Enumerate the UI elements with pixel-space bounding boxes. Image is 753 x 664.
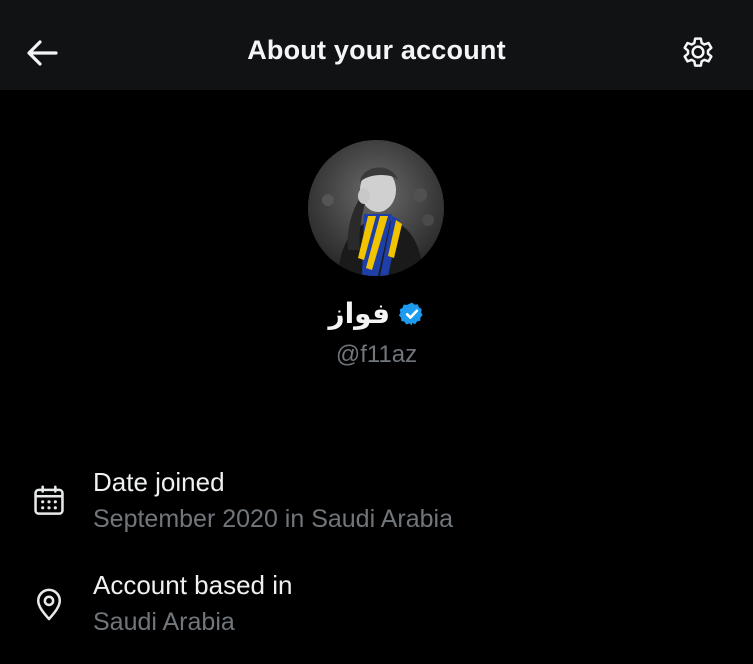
profile-photo	[308, 140, 444, 276]
avatar[interactable]	[308, 140, 444, 276]
verified-badge-icon	[398, 301, 425, 327]
profile-name-row: فواز	[0, 297, 753, 335]
location-pin-icon	[36, 588, 62, 621]
date-joined-value: September 2020 in Saudi Arabia	[93, 505, 453, 533]
display-name: فواز	[328, 297, 391, 330]
date-joined-row: Date joined September 2020 in Saudi Arab…	[0, 465, 753, 535]
date-joined-label: Date joined	[93, 467, 225, 497]
account-based-in-value: Saudi Arabia	[93, 608, 235, 636]
settings-button[interactable]	[678, 32, 718, 72]
gear-icon	[683, 37, 713, 67]
account-based-in-row: Account based in Saudi Arabia	[0, 568, 753, 638]
calendar-icon	[34, 485, 64, 515]
username-handle: @f11az	[335, 341, 418, 368]
top-app-bar: About your account	[0, 0, 753, 90]
page-title: About your account	[247, 35, 506, 65]
account-based-in-label: Account based in	[93, 570, 293, 600]
